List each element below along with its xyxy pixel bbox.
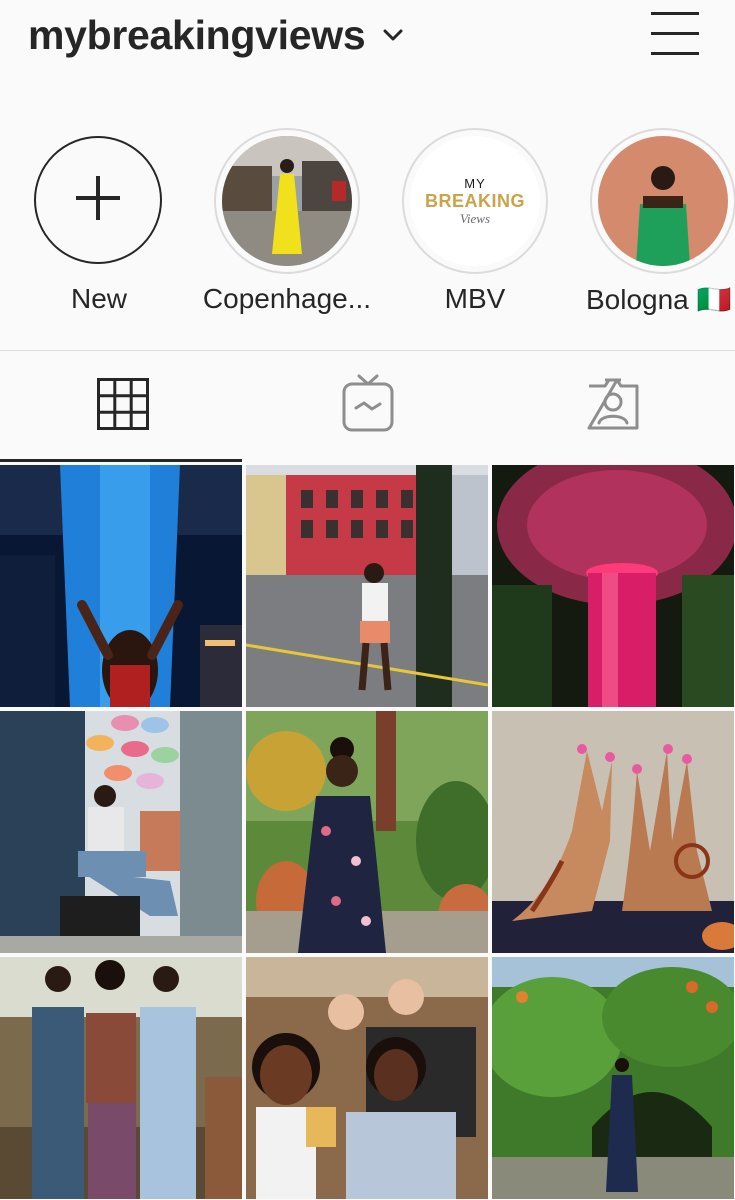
tab-grid[interactable]: [0, 351, 245, 461]
hamburger-menu-icon[interactable]: [648, 8, 702, 58]
new-highlight-button[interactable]: [34, 136, 162, 264]
tab-igtv[interactable]: [245, 351, 490, 461]
post-thumbnail[interactable]: [246, 711, 488, 953]
highlight-label: Bologna 🇮🇹: [586, 284, 732, 315]
story-highlights-tray: New Copenhage... MY BREAKING Views MBV B…: [0, 125, 735, 335]
plus-icon: [76, 175, 120, 225]
highlight-ring: [590, 128, 735, 274]
post-thumbnail[interactable]: [492, 957, 734, 1199]
highlight-label: New: [70, 283, 127, 314]
active-tab-indicator: [0, 459, 242, 462]
highlight-cover-image: [598, 136, 728, 266]
chevron-down-icon: [383, 28, 403, 47]
post-thumbnail[interactable]: [0, 711, 242, 953]
grid-icon: [96, 377, 149, 435]
mbv-logo-image: MY BREAKING Views: [410, 136, 540, 266]
tab-tagged[interactable]: [490, 351, 735, 461]
post-thumbnail[interactable]: [0, 957, 242, 1199]
post-thumbnail[interactable]: [492, 711, 734, 953]
highlight-label: Copenhage...: [202, 283, 372, 314]
highlight-ring: [214, 128, 360, 274]
post-thumbnail[interactable]: [492, 465, 734, 707]
igtv-icon: [342, 374, 394, 439]
highlight-label: MBV: [444, 283, 506, 314]
account-switcher[interactable]: mybreakingviews: [28, 10, 403, 60]
post-thumbnail[interactable]: [246, 957, 488, 1199]
profile-tabs: [0, 351, 735, 461]
tagged-user-icon: [585, 376, 641, 437]
highlight-ring: MY BREAKING Views: [402, 128, 548, 274]
profile-username: mybreakingviews: [28, 12, 366, 58]
post-thumbnail[interactable]: [246, 465, 488, 707]
highlight-cover-image: [222, 136, 352, 266]
profile-header: mybreakingviews: [0, 0, 735, 80]
post-thumbnail[interactable]: [0, 465, 242, 707]
